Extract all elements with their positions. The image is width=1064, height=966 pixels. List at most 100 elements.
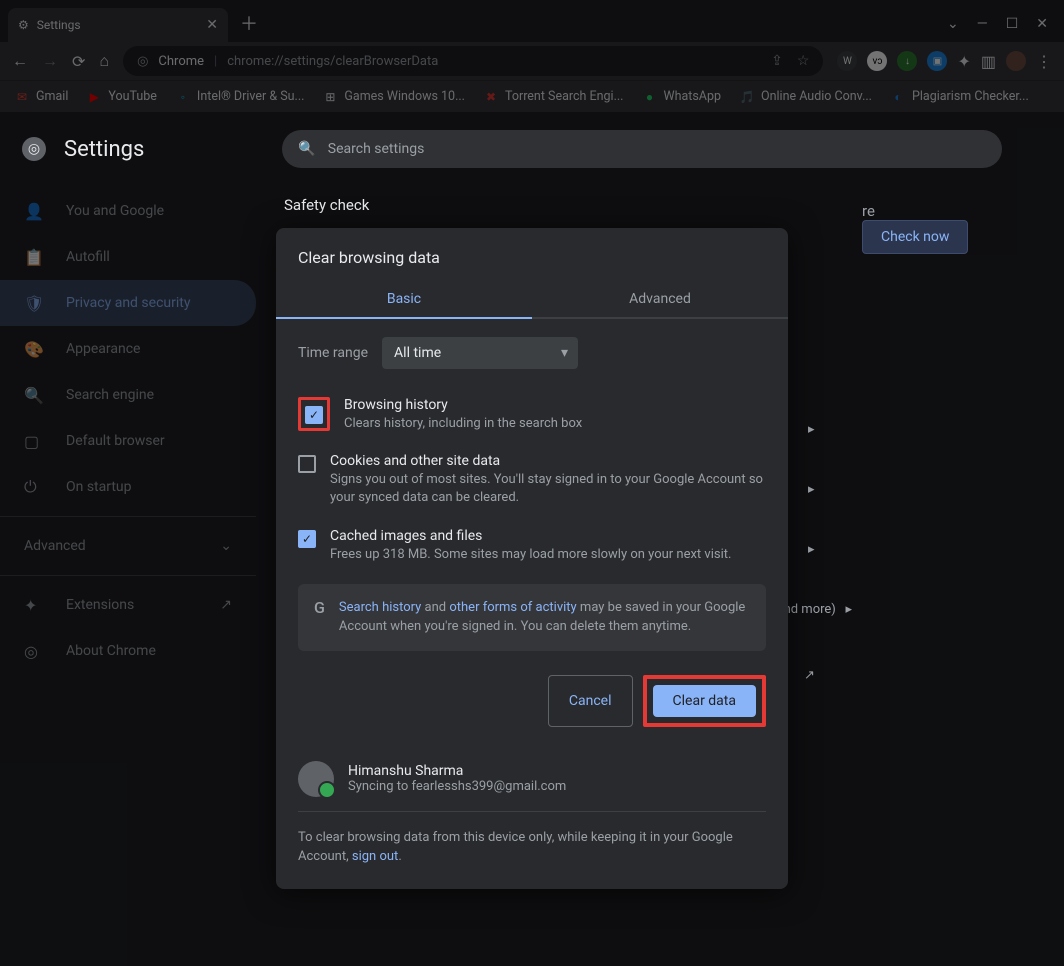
option-desc: Frees up 318 MB. Some sites may load mor… [330,546,731,564]
puzzle-icon: ✦ [24,596,44,615]
close-tab-icon[interactable]: ✕ [206,17,218,33]
option-desc: Signs you out of most sites. You'll stay… [330,471,766,507]
bookmark-gmail[interactable]: ✉Gmail [14,89,68,105]
scheme-chip: Chrome [158,54,204,69]
sidebar-item-appearance[interactable]: 🎨Appearance [0,326,256,372]
home-icon[interactable]: ⌂ [99,51,109,71]
ext-icon-2[interactable]: vɔ [867,51,887,71]
intel-icon: ◦ [175,89,191,105]
audio-icon: 🎵 [739,89,755,105]
chrome-logo-icon: ◎ [22,137,46,161]
time-range-label: Time range [298,345,368,361]
tab-title: Settings [37,18,81,32]
sidebar-item-search[interactable]: 🔍Search engine [0,372,256,418]
chrome-icon: ◎ [24,642,44,661]
whatsapp-icon: ● [641,89,657,105]
bookmark-youtube[interactable]: ▶YouTube [86,89,157,105]
cancel-button[interactable]: Cancel [548,675,633,727]
highlight-red-box: Clear data [643,675,766,727]
titlebar: ⚙ Settings ✕ ＋ ⌄ — ☐ ✕ [0,0,1064,42]
ext-icon-1[interactable]: W [837,51,857,71]
url-text: chrome://settings/clearBrowserData [227,54,438,69]
option-title: Cookies and other site data [330,453,766,469]
ext-icon-3[interactable]: ↓ [897,51,917,71]
google-info-box: G Search history and other forms of acti… [298,584,766,651]
check-now-button[interactable]: Check now [862,220,968,254]
tab-advanced[interactable]: Advanced [532,281,788,319]
settings-sidebar: 👤You and Google 📋Autofill 🛡Privacy and s… [0,112,256,966]
bookmark-audio[interactable]: 🎵Online Audio Conv... [739,89,872,105]
dialog-body: Time range All time ✓ Browsing history C… [276,319,788,661]
windows-icon: ⊞ [322,89,338,105]
reload-icon[interactable]: ⟳ [72,52,85,71]
star-icon[interactable]: ☆ [797,53,810,69]
dialog-title: Clear browsing data [276,228,788,281]
search-icon: 🔍 [24,386,44,405]
check-now-region: re Check now [862,202,1022,254]
sidebar-about[interactable]: ◎About Chrome [0,628,256,674]
option-cookies[interactable]: Cookies and other site data Signs you ou… [298,443,766,517]
sync-account-row: Himanshu Sharma Syncing to fearlesshs399… [276,747,788,811]
tab-basic[interactable]: Basic [276,281,532,319]
power-icon: ⏻ [24,477,44,497]
option-browsing-history[interactable]: ✓ Browsing history Clears history, inclu… [298,387,766,443]
option-cache[interactable]: ✓ Cached images and files Frees up 318 M… [298,518,766,574]
sidebar-item-autofill[interactable]: 📋Autofill [0,234,256,280]
link-search-history[interactable]: Search history [339,600,421,615]
new-tab-button[interactable]: ＋ [228,4,270,42]
link-other-activity[interactable]: other forms of activity [449,600,576,615]
bookmarks-bar: ✉Gmail ▶YouTube ◦Intel® Driver & Su... ⊞… [0,80,1064,112]
chrome-icon: ◎ [137,54,148,69]
minimize-icon[interactable]: — [977,16,988,32]
external-link-icon: ↗ [220,597,232,613]
user-avatar [298,761,334,797]
back-icon[interactable]: ← [12,51,28,71]
option-desc: Clears history, including in the search … [344,415,582,433]
maximize-icon[interactable]: ☐ [1006,16,1019,32]
sidebar-item-default[interactable]: ▢Default browser [0,418,256,464]
profile-avatar-icon[interactable] [1006,51,1026,71]
forward-icon[interactable]: → [42,51,58,71]
sidebar-advanced[interactable]: Advanced⌄ [0,523,256,569]
torrent-icon: ✖ [483,89,499,105]
sidepanel-icon[interactable]: ▥ [981,52,996,71]
sidebar-item-startup[interactable]: ⏻On startup [0,464,256,510]
extensions-icon[interactable]: ✦ [957,52,970,71]
bookmark-torrent[interactable]: ✖Torrent Search Engi... [483,89,624,105]
link-sign-out[interactable]: sign out [352,849,398,864]
omnibox[interactable]: ◎ Chrome | chrome://settings/clearBrowse… [123,46,823,76]
user-sync-email: Syncing to fearlesshs399@gmail.com [348,779,566,794]
plagiarism-icon: ◐ [890,89,906,105]
sidebar-item-privacy[interactable]: 🛡Privacy and security [0,280,256,326]
palette-icon: 🎨 [24,340,44,359]
option-title: Browsing history [344,397,582,413]
ext-icon-4[interactable]: ▣ [927,51,947,71]
chevron-down-icon[interactable]: ⌄ [947,16,959,32]
bookmark-games[interactable]: ⊞Games Windows 10... [322,89,465,105]
bookmark-whatsapp[interactable]: ●WhatsApp [641,89,721,105]
browser-icon: ▢ [24,432,44,451]
highlight-red-box: ✓ [298,397,330,431]
close-window-icon[interactable]: ✕ [1036,16,1048,32]
person-icon: 👤 [24,202,44,221]
window-controls: ⌄ — ☐ ✕ [931,6,1064,42]
dialog-footer: To clear browsing data from this device … [298,811,766,889]
time-range-select[interactable]: All time [382,337,578,369]
bookmark-plagiarism[interactable]: ◐Plagiarism Checker... [890,89,1029,105]
option-title: Cached images and files [330,528,731,544]
checkbox-cache[interactable]: ✓ [298,530,316,548]
share-icon[interactable]: ⇪ [771,53,783,69]
sidebar-extensions[interactable]: ✦Extensions↗ [0,582,256,628]
dialog-actions: Cancel Clear data [276,661,788,747]
clipboard-icon: 📋 [24,248,44,267]
sidebar-item-you[interactable]: 👤You and Google [0,188,256,234]
bookmark-intel[interactable]: ◦Intel® Driver & Su... [175,89,304,105]
checkbox-cookies[interactable] [298,455,316,473]
browser-tab[interactable]: ⚙ Settings ✕ [8,8,228,42]
menu-icon[interactable]: ⋮ [1036,52,1052,71]
clear-data-button[interactable]: Clear data [653,685,756,717]
google-icon: G [314,598,325,637]
dialog-tabs: Basic Advanced [276,281,788,319]
gear-icon: ⚙ [18,18,29,32]
checkbox-browsing-history[interactable]: ✓ [305,406,323,424]
